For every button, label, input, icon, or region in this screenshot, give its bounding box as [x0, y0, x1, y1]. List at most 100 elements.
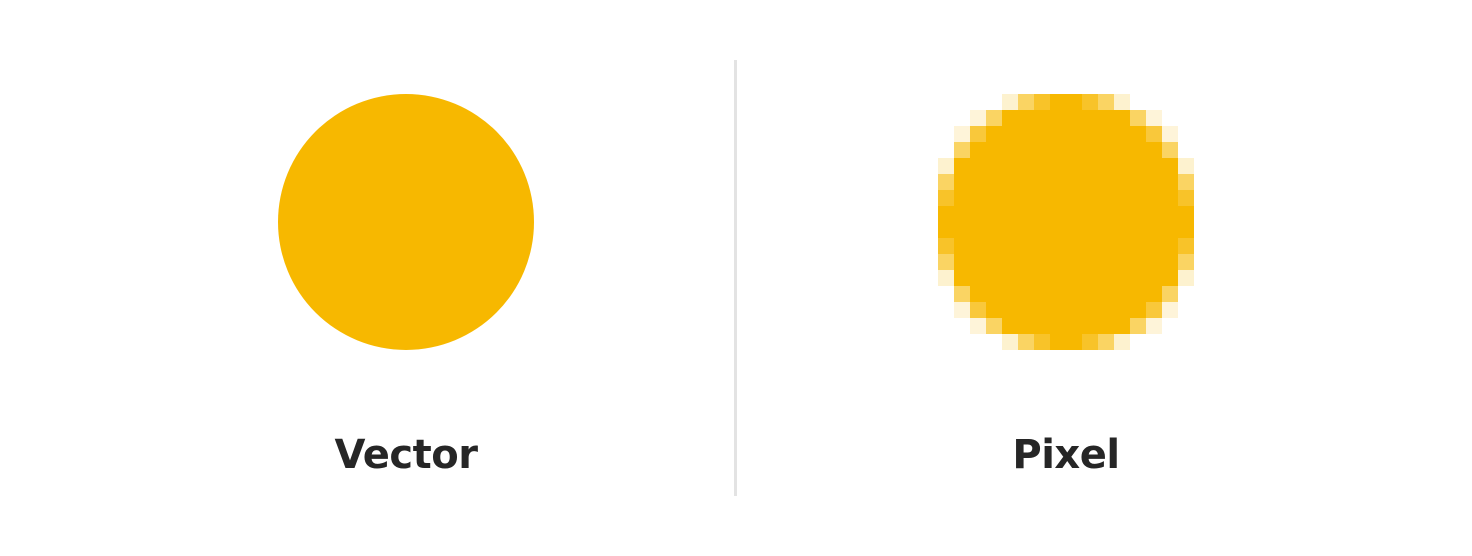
pixel-cell [1146, 158, 1162, 174]
pixel-cell [1018, 142, 1034, 158]
pixel-cell [1114, 334, 1130, 350]
pixel-cell [1114, 190, 1130, 206]
pixel-cell [1098, 158, 1114, 174]
pixel-cell [1178, 158, 1194, 174]
pixel-cell [1178, 238, 1194, 254]
pixel-cell [1050, 190, 1066, 206]
pixel-cell [1050, 110, 1066, 126]
pixel-cell [938, 174, 954, 190]
pixel-cell [1082, 206, 1098, 222]
pixel-cell [1066, 158, 1082, 174]
pixel-cell [1178, 222, 1194, 238]
pixel-cell [1066, 270, 1082, 286]
pixel-cell [1162, 174, 1178, 190]
pixel-cell [938, 270, 954, 286]
pixel-cell [970, 222, 986, 238]
pixel-cell [1130, 254, 1146, 270]
pixel-cell [1050, 206, 1066, 222]
pixel-cell [1114, 142, 1130, 158]
pixel-cell [954, 142, 970, 158]
pixel-cell [1082, 94, 1098, 110]
pixel-cell [1114, 286, 1130, 302]
pixel-cell [954, 222, 970, 238]
pixel-cell [1002, 142, 1018, 158]
pixel-cell [1066, 142, 1082, 158]
pixel-cell [970, 142, 986, 158]
pixel-cell [1146, 126, 1162, 142]
pixel-cell [970, 158, 986, 174]
pixel-cell [1034, 270, 1050, 286]
pixel-cell [1130, 174, 1146, 190]
pixel-cell [1146, 206, 1162, 222]
pixel-cell [1066, 206, 1082, 222]
pixel-cell [1034, 254, 1050, 270]
pixel-cell [1034, 158, 1050, 174]
pixel-cell [1098, 94, 1114, 110]
vector-panel: Vector [0, 0, 736, 556]
pixel-cell [1034, 302, 1050, 318]
pixel-cell [1098, 110, 1114, 126]
pixel-cell [1098, 318, 1114, 334]
pixel-cell [1114, 206, 1130, 222]
pixel-cell [1002, 174, 1018, 190]
pixel-cell [986, 238, 1002, 254]
pixel-cell [986, 142, 1002, 158]
pixel-cell [1002, 126, 1018, 142]
pixel-cell [1018, 334, 1034, 350]
pixel-cell [1050, 94, 1066, 110]
pixel-cell [938, 238, 954, 254]
pixel-cell [1082, 302, 1098, 318]
pixel-cell [1066, 334, 1082, 350]
pixel-cell [1050, 158, 1066, 174]
pixel-cell [986, 222, 1002, 238]
pixel-cell [1146, 286, 1162, 302]
pixel-cell [938, 254, 954, 270]
pixel-cell [1162, 206, 1178, 222]
pixel-cell [970, 238, 986, 254]
pixel-cell [1002, 254, 1018, 270]
pixel-cell [1034, 238, 1050, 254]
pixel-cell [1050, 222, 1066, 238]
pixel-cell [1130, 142, 1146, 158]
pixel-cell [954, 286, 970, 302]
pixel-cell [954, 238, 970, 254]
pixel-cell [1098, 206, 1114, 222]
pixel-cell [1098, 126, 1114, 142]
pixel-cell [1050, 174, 1066, 190]
pixel-cell [1162, 142, 1178, 158]
pixel-cell [986, 206, 1002, 222]
pixel-cell [1098, 254, 1114, 270]
pixel-cell [1082, 158, 1098, 174]
pixel-cell [1082, 174, 1098, 190]
pixel-cell [938, 222, 954, 238]
pixel-cell [1002, 94, 1018, 110]
pixel-cell [1178, 254, 1194, 270]
pixel-panel: Pixel [736, 0, 1472, 556]
pixel-cell [986, 110, 1002, 126]
pixel-cell [1034, 206, 1050, 222]
pixel-cell [986, 190, 1002, 206]
pixel-cell [1082, 270, 1098, 286]
pixel-cell [986, 158, 1002, 174]
pixel-cell [1018, 270, 1034, 286]
pixel-cell [986, 318, 1002, 334]
pixel-cell [1034, 286, 1050, 302]
pixel-cell [1050, 302, 1066, 318]
pixel-cell [1002, 302, 1018, 318]
pixel-cell [1146, 318, 1162, 334]
pixel-cell [1098, 302, 1114, 318]
pixel-cell [1018, 286, 1034, 302]
pixel-cell [1130, 190, 1146, 206]
pixel-cell [954, 158, 970, 174]
pixel-cell [1018, 158, 1034, 174]
vector-label: Vector [334, 432, 478, 478]
pixel-cell [1002, 334, 1018, 350]
pixel-cell [1162, 270, 1178, 286]
pixel-label: Pixel [1012, 432, 1120, 478]
pixel-cell [1050, 238, 1066, 254]
pixel-cell [938, 158, 954, 174]
pixel-cell [954, 190, 970, 206]
pixel-cell [1018, 238, 1034, 254]
pixel-cell [1130, 286, 1146, 302]
pixel-cell [1130, 126, 1146, 142]
